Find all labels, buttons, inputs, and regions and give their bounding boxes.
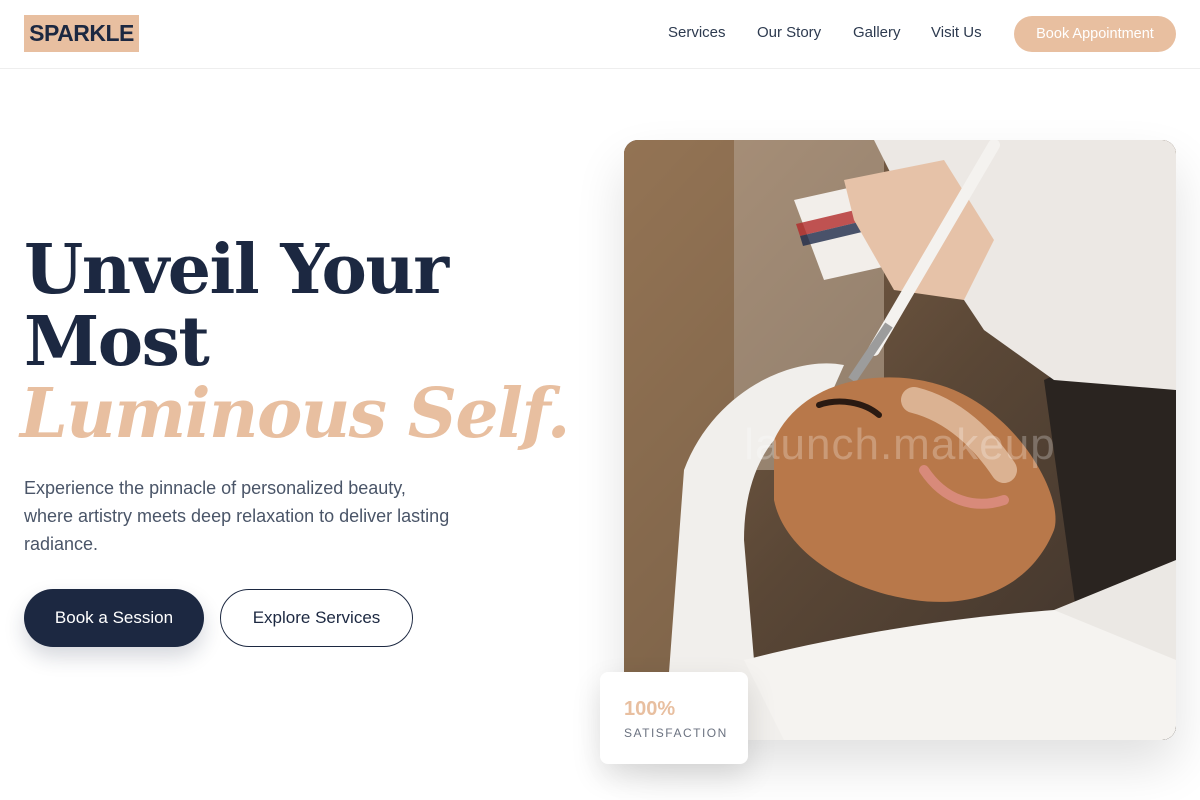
site-header: SPARKLE Services Our Story Gallery Visit… bbox=[0, 0, 1200, 69]
headline-line-2: Most bbox=[24, 302, 210, 382]
nav-item-our-story[interactable]: Our Story bbox=[757, 24, 821, 41]
satisfaction-card: 100% SATISFACTION bbox=[600, 672, 748, 764]
hero-image: launch.makeup bbox=[624, 140, 1176, 740]
explore-services-button[interactable]: Explore Services bbox=[220, 589, 413, 647]
logo[interactable]: SPARKLE bbox=[24, 15, 139, 52]
image-watermark: launch.makeup bbox=[744, 420, 1056, 469]
nav-item-gallery[interactable]: Gallery bbox=[853, 24, 901, 41]
nav-item-services[interactable]: Services bbox=[668, 24, 726, 41]
stat-label: SATISFACTION bbox=[624, 726, 728, 740]
hero-subtext: Experience the pinnacle of personalized … bbox=[24, 478, 450, 554]
book-session-button[interactable]: Book a Session bbox=[24, 589, 204, 647]
headline-line-1: Unveil Your bbox=[24, 230, 449, 310]
nav-item-visit-us[interactable]: Visit Us bbox=[931, 24, 982, 41]
stat-value: 100% bbox=[624, 698, 676, 720]
book-appointment-button[interactable]: Book Appointment bbox=[1014, 16, 1176, 52]
headline-accent: Luminous Self. bbox=[20, 374, 570, 454]
hero-headline: Unveil Your Most Luminous Self. bbox=[20, 230, 570, 450]
